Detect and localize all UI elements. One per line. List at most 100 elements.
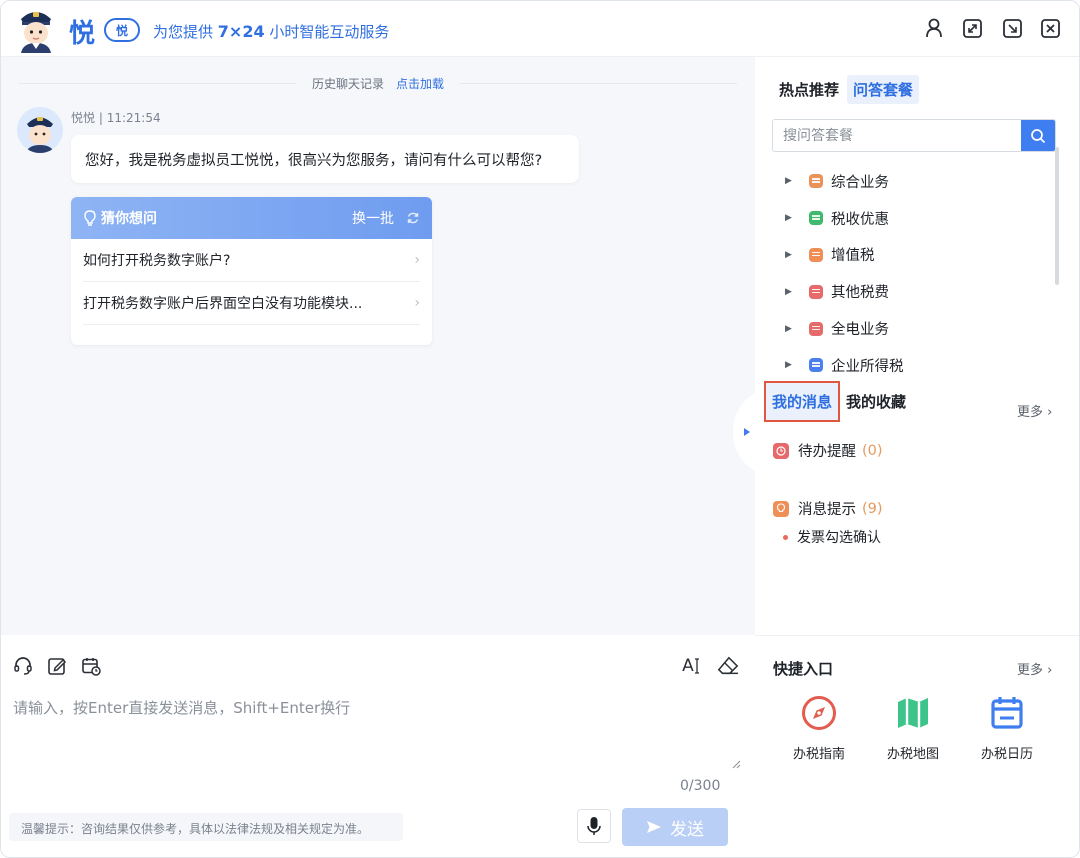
notice-item-label: 发票勾选确认: [797, 530, 881, 546]
input-area: A 0/300 温馨提示：咨询结果仅供参考，具体以法律法规及相关规定为准。 发送: [1, 635, 755, 857]
bot-avatar-icon: [17, 107, 63, 153]
notice-item[interactable]: 发票勾选确认: [783, 527, 881, 547]
quick-divider: [755, 635, 1079, 636]
category-icon: [809, 247, 823, 262]
notice-row[interactable]: 消息提示 (9): [773, 498, 883, 519]
tree-item-label: 增值税: [831, 248, 875, 265]
tree-item-quandian[interactable]: ▶ 全电业务: [785, 310, 1045, 347]
tree-item-qiye[interactable]: ▶ 企业所得税: [785, 347, 1045, 384]
tree-item-zonghe[interactable]: ▶ 综合业务: [785, 163, 1045, 200]
tree-item-shuishou[interactable]: ▶ 税收优惠: [785, 200, 1045, 237]
chevron-right-icon: ›: [414, 295, 420, 311]
category-tree: ▶ 综合业务 ▶ 税收优惠 ▶ 增值税 ▶ 其他税费 ▶ 全电业务 ▶ 企业所得…: [785, 163, 1045, 384]
microphone-icon: [587, 817, 601, 835]
tree-item-label: 税收优惠: [831, 211, 889, 228]
quick-label: 办税指南: [792, 747, 845, 762]
send-icon: [647, 821, 661, 833]
quick-more-link[interactable]: 更多 ›: [1017, 659, 1052, 678]
tree-item-qita[interactable]: ▶ 其他税费: [785, 273, 1045, 310]
swap-label: 换一批: [352, 211, 394, 227]
refresh-icon: [407, 212, 419, 224]
brand-logo-badge: 悦: [104, 18, 140, 42]
calendar-icon: [987, 693, 1027, 733]
guess-question-item[interactable]: 打开税务数字账户后界面空白没有功能模块... ›: [83, 282, 420, 325]
expand-arrow-icon: ▶: [785, 323, 792, 334]
tab-hot-recommend[interactable]: 热点推荐: [777, 75, 841, 104]
guess-question-text: 如何打开税务数字账户?: [83, 253, 231, 269]
bulb-notice-icon: [773, 500, 789, 517]
message-meta: 悦悦 | 11:21:54: [71, 111, 161, 125]
send-button[interactable]: 发送: [622, 808, 728, 846]
expand-arrow-icon: ▶: [785, 249, 792, 260]
customer-service-icon[interactable]: [12, 655, 34, 677]
tab-my-favorites[interactable]: 我的收藏: [840, 391, 912, 412]
quick-tax-calendar[interactable]: 办税日历: [967, 693, 1047, 762]
more-label: 更多: [1017, 663, 1044, 678]
tab-my-messages[interactable]: 我的消息: [764, 381, 841, 422]
triangle-right-icon: [744, 428, 750, 436]
guess-title: 猜你想问: [101, 211, 157, 227]
slogan-hours: 7×24: [217, 22, 265, 41]
tree-item-zengzhi[interactable]: ▶ 增值税: [785, 237, 1045, 274]
user-icon[interactable]: [923, 17, 945, 39]
font-size-icon[interactable]: A: [680, 655, 702, 677]
bot-avatar: [17, 107, 63, 153]
calendar-clock-icon[interactable]: [80, 655, 102, 677]
clock-icon: [773, 442, 789, 459]
messages-more-link[interactable]: 更多 ›: [1017, 401, 1052, 420]
recommend-tabs: 热点推荐 问答套餐: [777, 75, 920, 104]
right-panel: 热点推荐 问答套餐 ▶ 综合业务 ▶ 税收优惠 ▶ 增: [733, 57, 1079, 857]
qa-search-input[interactable]: [773, 120, 1021, 151]
guess-question-item[interactable]: 如何打开税务数字账户? ›: [83, 239, 420, 282]
quick-label: 办税地图: [886, 747, 939, 762]
slogan: 为您提供 7×24 小时智能互动服务: [153, 21, 389, 42]
todo-count: (0): [862, 442, 883, 459]
font-size-label: A: [682, 656, 694, 676]
category-icon: [809, 284, 823, 299]
qa-search-box: [772, 119, 1056, 152]
category-icon: [809, 358, 823, 373]
quick-tax-guide[interactable]: 办税指南: [779, 693, 859, 762]
notice-count: (9): [862, 500, 883, 517]
category-icon: [809, 174, 823, 189]
chat-history-area[interactable]: 历史聊天记录 点击加载 悦悦 | 11:21:54 您好，我是税务虚拟员工悦悦，很…: [1, 57, 755, 635]
minimize-to-tray-icon[interactable]: [1001, 17, 1023, 39]
history-label: 历史聊天记录: [295, 77, 390, 91]
category-icon: [809, 211, 823, 226]
compass-icon: [799, 693, 839, 733]
slogan-prefix: 为您提供: [153, 23, 214, 41]
tree-item-label: 其他税费: [831, 285, 889, 302]
send-label: 发送: [670, 819, 704, 840]
voice-input-button[interactable]: [577, 809, 611, 843]
todo-reminder-row[interactable]: 待办提醒 (0): [773, 440, 883, 461]
char-counter: 0/300: [680, 778, 721, 794]
more-label: 更多: [1017, 405, 1044, 420]
history-bar: 历史聊天记录 点击加载: [1, 75, 755, 92]
maximize-icon[interactable]: [961, 17, 983, 39]
message-input[interactable]: [13, 697, 741, 797]
edit-icon[interactable]: [46, 655, 68, 677]
message-tabs: 我的消息 我的收藏: [764, 381, 912, 422]
tab-qa-package[interactable]: 问答套餐: [847, 75, 920, 104]
category-scrollbar[interactable]: [1055, 147, 1059, 285]
quick-tax-map[interactable]: 办税地图: [873, 693, 953, 762]
tree-item-label: 企业所得税: [831, 358, 904, 375]
guess-questions-card: 猜你想问 换一批 如何打开税务数字账户? › 打开税务数字账户后界面空白没有功能…: [71, 197, 432, 345]
load-history-link[interactable]: 点击加载: [390, 77, 461, 91]
bullet-dot: [783, 534, 788, 540]
mascot-avatar-icon: [21, 12, 51, 53]
search-icon: [1031, 128, 1046, 143]
lightbulb-icon: [84, 210, 96, 226]
quick-entry-title: 快捷入口: [773, 660, 834, 678]
font-size-cursor-icon: [694, 658, 699, 674]
notice-label: 消息提示: [798, 502, 856, 518]
guess-header: 猜你想问 换一批: [71, 197, 432, 239]
expand-arrow-icon: ▶: [785, 286, 792, 297]
tree-item-label: 全电业务: [831, 322, 889, 339]
chevron-right-icon: ›: [414, 252, 420, 268]
swap-batch-button[interactable]: 换一批: [352, 208, 420, 228]
close-icon[interactable]: [1039, 17, 1061, 39]
resize-grip-icon[interactable]: [731, 759, 741, 769]
eraser-icon[interactable]: [717, 655, 739, 677]
search-button[interactable]: [1021, 120, 1055, 151]
